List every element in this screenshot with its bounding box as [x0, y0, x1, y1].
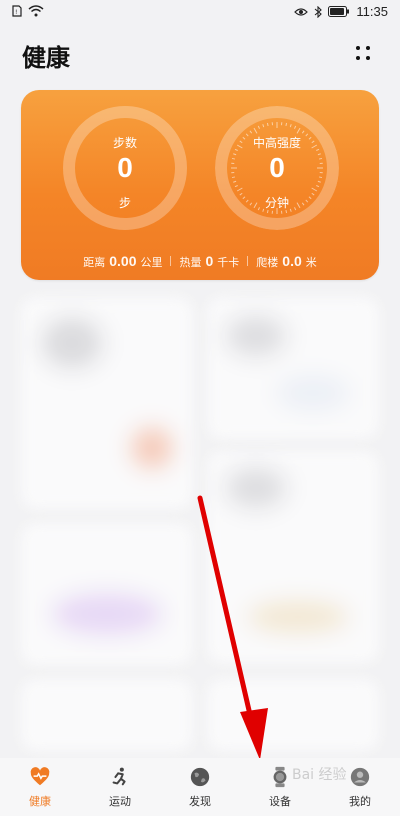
stat-climb-unit: 米	[305, 255, 317, 269]
blurred-card	[208, 452, 378, 662]
stat-calories-label: 热量	[179, 255, 202, 269]
globe-icon	[190, 767, 210, 787]
ring-tick	[257, 125, 260, 129]
tab-discover-label: 发现	[189, 795, 211, 808]
ring-tick	[249, 130, 253, 134]
blurred-content	[226, 316, 286, 356]
ring-tick	[262, 124, 265, 128]
blurred-content	[226, 468, 286, 508]
activity-summary-card[interactable]: 步数 0 步 中高强度 0 分钟 距离 0.00 公里 热量 0 千卡 爬楼 0…	[21, 90, 379, 280]
steps-label: 步数	[112, 136, 137, 150]
activity-stats: 距离 0.00 公里 热量 0 千卡 爬楼 0.0 米	[21, 250, 379, 272]
blurred-card	[22, 524, 192, 664]
page-header: 健康	[0, 34, 400, 78]
divider	[247, 256, 249, 266]
ring-tick	[253, 127, 258, 134]
stat-calories-unit: 千卡	[217, 255, 240, 269]
tab-exercise[interactable]: 运动	[85, 758, 155, 809]
status-left: !	[12, 5, 44, 17]
status-right: 11:35	[294, 4, 388, 19]
ring-tick	[285, 122, 288, 127]
blurred-content	[278, 378, 348, 408]
stat-calories-value: 0	[205, 252, 214, 269]
eye-icon	[294, 7, 309, 16]
baidu-watermark: Bai 经验	[292, 767, 347, 783]
bluetooth-icon	[315, 5, 323, 18]
divider	[170, 256, 172, 266]
blurred-card	[208, 298, 378, 438]
steps-value: 0	[117, 152, 133, 183]
blurred-card	[22, 298, 192, 508]
blurred-content	[52, 594, 162, 634]
status-time: 11:35	[356, 4, 388, 19]
stat-distance: 距离 0.00 公里	[83, 253, 162, 270]
wifi-icon	[28, 5, 44, 17]
tab-discover[interactable]: 发现	[165, 758, 235, 809]
blurred-card	[22, 680, 192, 750]
ring-tick	[234, 185, 238, 188]
blurred-content	[248, 602, 348, 632]
stat-climb-label: 爬楼	[256, 255, 279, 269]
ring-tick	[301, 130, 305, 134]
status-bar: ! 11:35	[0, 0, 400, 26]
svg-text:!: !	[15, 9, 17, 16]
intensity-label: 中高强度	[252, 136, 301, 150]
intensity-value: 0	[269, 152, 285, 183]
health-app-screen: ! 11:35 健康 步数 0 步 中高强度 0 分钟 距离 0.00 公里 热…	[0, 0, 400, 816]
sim-card-icon: !	[12, 5, 22, 17]
ring-tick	[289, 124, 292, 128]
page-title: 健康	[22, 44, 70, 72]
ring-tick	[316, 185, 320, 188]
battery-icon	[328, 6, 350, 17]
tab-health[interactable]: 健康	[5, 758, 75, 809]
blurred-card	[208, 680, 378, 750]
ring-tick	[236, 187, 243, 192]
more-grid-icon[interactable]	[352, 42, 374, 64]
blurred-content	[42, 318, 102, 368]
tab-health-label: 健康	[29, 795, 51, 808]
ring-tick	[294, 125, 297, 129]
blurred-content	[132, 428, 172, 468]
stat-distance-unit: 公里	[140, 255, 163, 269]
steps-unit: 步	[118, 196, 131, 210]
ring-tick	[266, 122, 269, 127]
ring-tick	[296, 127, 301, 134]
stat-distance-value: 0.00	[109, 252, 137, 269]
stat-climb: 爬楼 0.0 米	[256, 253, 316, 270]
running-icon	[112, 767, 126, 786]
stat-distance-label: 距离	[83, 255, 106, 269]
watch-icon	[273, 766, 287, 788]
stat-calories: 热量 0 千卡	[179, 253, 239, 270]
intensity-unit: 分钟	[264, 196, 289, 210]
tab-exercise-label: 运动	[109, 795, 131, 808]
ring-tick	[311, 187, 318, 192]
stat-climb-value: 0.0	[282, 252, 302, 269]
heart-pulse-icon	[30, 767, 50, 786]
